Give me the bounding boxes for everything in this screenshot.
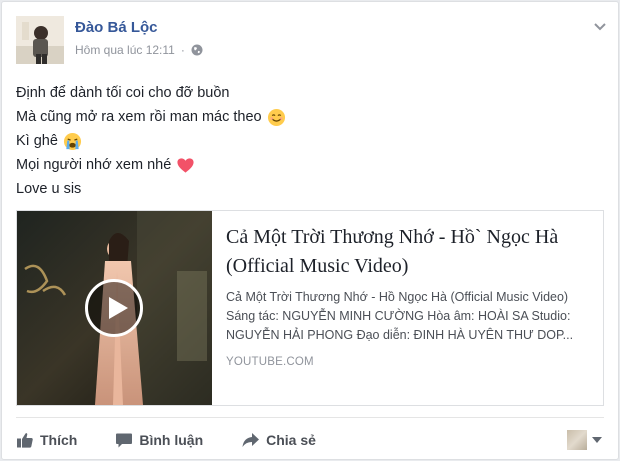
post-line: Mọi người nhớ xem nhé (16, 153, 286, 177)
like-button[interactable]: Thích (16, 431, 77, 449)
video-thumbnail[interactable] (17, 211, 212, 405)
heart-icon (177, 157, 194, 173)
share-icon (242, 433, 260, 447)
post-as-selector[interactable] (567, 430, 602, 450)
link-title[interactable]: Cả Một Trời Thương Nhớ - Hồ` Ngọc Hà (Of… (226, 223, 589, 281)
share-label: Chia sẻ (266, 432, 316, 448)
post-body: Định để dành tối coi cho đỡ buồn Mà cũng… (16, 81, 286, 201)
post-line: Định để dành tối coi cho đỡ buồn (16, 81, 286, 105)
post-line: Mà cũng mở ra xem rồi man mác theo (16, 105, 286, 129)
author-name[interactable]: Đào Bá Lộc (75, 19, 158, 36)
link-description: Cả Một Trời Thương Nhớ - Hồ Ngọc Hà (Off… (226, 290, 574, 342)
comment-button[interactable]: Bình luận (115, 431, 203, 449)
post-meta: Hôm qua lúc 12:11 · (75, 43, 203, 57)
viewer-avatar (567, 430, 587, 450)
post-actions: Thích Bình luận Chia sẻ (16, 426, 354, 454)
post-timestamp[interactable]: Hôm qua lúc 12:11 (75, 43, 175, 57)
globe-icon[interactable] (191, 44, 203, 56)
facebook-post: Đào Bá Lộc Hôm qua lúc 12:11 · Định để d… (1, 1, 619, 460)
post-line-text: Mọi người nhớ xem nhé (16, 157, 172, 173)
play-icon (109, 297, 128, 319)
link-domain: YOUTUBE.COM (226, 356, 314, 368)
share-button[interactable]: Chia sẻ (241, 431, 316, 449)
link-preview-card[interactable]: Cả Một Trời Thương Nhớ - Hồ` Ngọc Hà (Of… (16, 210, 604, 406)
caret-down-icon (592, 437, 602, 443)
post-line: Love u sis (16, 177, 286, 201)
comment-label: Bình luận (139, 432, 204, 448)
smiling-face-icon (267, 108, 285, 126)
like-label: Thích (40, 432, 78, 448)
crying-face-icon (63, 132, 81, 150)
comment-icon (116, 433, 133, 448)
post-line-text: Love u sis (16, 181, 82, 197)
action-divider (16, 417, 604, 418)
post-line-text: Định để dành tối coi cho đỡ buồn (16, 85, 230, 101)
author-avatar[interactable] (16, 16, 64, 64)
post-line-text: Kì ghê (16, 133, 58, 149)
chevron-down-icon[interactable] (592, 18, 608, 34)
link-card-text[interactable]: Cả Một Trời Thương Nhớ - Hồ` Ngọc Hà (Of… (212, 211, 603, 405)
thumbs-up-icon (17, 433, 33, 448)
post-line: Kì ghê (16, 129, 286, 153)
post-line-text: Mà cũng mở ra xem rồi man mác theo (16, 109, 262, 125)
play-button[interactable] (85, 279, 143, 337)
